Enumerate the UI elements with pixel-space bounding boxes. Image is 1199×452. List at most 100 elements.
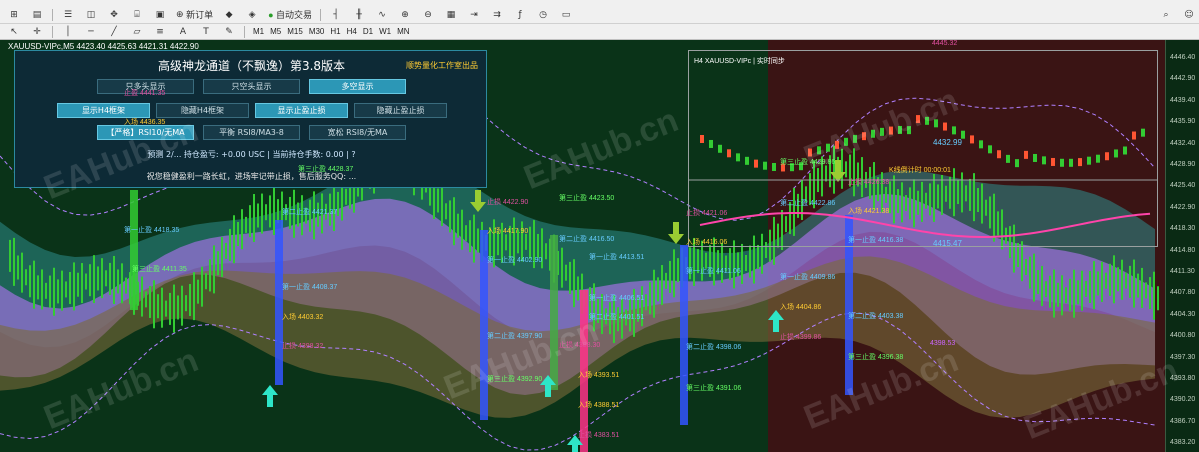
terminal-icon[interactable]: ⌸: [127, 7, 147, 23]
auto-trading-button[interactable]: ● 自动交易: [265, 7, 315, 23]
signals-icon[interactable]: ◈: [242, 7, 262, 23]
kline-countdown: K线倒计时 00:00:01: [889, 167, 951, 174]
search-icon[interactable]: ⌕: [1156, 7, 1176, 23]
templates-icon[interactable]: ▭: [556, 7, 576, 23]
drawing-toolbar: ↖ ✛ │ ─ ╱ ▱ ≡ A T ✎ M1 M5 M15 M30 H1 H4 D1 W1 MN: [0, 24, 1199, 40]
price-tick: 4411.30: [1170, 268, 1195, 275]
shapes-icon[interactable]: ✎: [219, 24, 239, 40]
tile-windows-icon[interactable]: ▦: [441, 7, 461, 23]
signal-label: 第二止盈 4403.38: [848, 313, 904, 320]
signal-label: 第一止盈 4406.51: [589, 295, 645, 302]
price-tick: 4418.30: [1170, 225, 1196, 233]
channel-icon[interactable]: ▱: [127, 24, 147, 40]
signal-label: 第三止盈 4411.35: [132, 266, 187, 273]
hide-h4-frame-button[interactable]: 隐藏H4框架: [156, 103, 249, 118]
signal-label: 第三止盈 4423.50: [559, 195, 615, 202]
price-tick: 4414.80: [1170, 246, 1196, 254]
trendline-icon[interactable]: ╱: [104, 24, 124, 40]
chart-shift-icon[interactable]: ⇥: [464, 7, 484, 23]
navigator-icon[interactable]: ✥: [104, 7, 124, 23]
signal-label: 第二止盈 4401.51: [589, 314, 645, 321]
cursor-icon[interactable]: ↖: [4, 24, 24, 40]
timeframe-m30[interactable]: M30: [306, 27, 328, 36]
metaeditor-icon[interactable]: ◆: [219, 7, 239, 23]
strategy-tester-icon[interactable]: ▣: [150, 7, 170, 23]
price-tick: 4383.20: [1170, 439, 1196, 447]
timeframe-d1[interactable]: D1: [360, 27, 376, 36]
line-chart-icon[interactable]: ∿: [372, 7, 392, 23]
signal-label: 止损 4383.51: [578, 432, 620, 439]
fibonacci-icon[interactable]: ≡: [150, 24, 170, 40]
new-order-label: 新订单: [186, 10, 214, 20]
signal-label: 止损 4422.90: [487, 199, 529, 206]
profiles-icon[interactable]: ▤: [27, 7, 47, 23]
community-icon[interactable]: ☺: [1179, 7, 1199, 23]
indicators-icon[interactable]: ƒ: [510, 7, 530, 23]
price-tick: 4435.90: [1170, 118, 1196, 126]
signal-label: 止损 4399.86: [780, 334, 822, 341]
up-arrow-icon: [262, 385, 278, 407]
signal-bar: [130, 190, 138, 310]
signal-bar: [275, 220, 283, 385]
vertical-line-icon[interactable]: │: [58, 24, 78, 40]
new-order-button[interactable]: ⊕ 新订单: [173, 7, 216, 23]
price-tick: 4390.20: [1170, 396, 1196, 404]
auto-scroll-icon[interactable]: ⇉: [487, 7, 507, 23]
timeframe-h4[interactable]: H4: [344, 27, 360, 36]
signal-label: 第二止盈 4421.37: [282, 209, 338, 216]
price-tick: 4404.30: [1170, 310, 1196, 318]
signal-label: 第一止盈 4416.38: [848, 237, 904, 244]
price-tick: 4400.80: [1170, 332, 1196, 340]
loose-mode-button[interactable]: 宽松 RSI8/无MA: [309, 125, 406, 140]
label-icon[interactable]: T: [196, 24, 216, 40]
timeframe-h1[interactable]: H1: [327, 27, 343, 36]
new-chart-icon[interactable]: ⊞: [4, 7, 24, 23]
signal-label: 第一止盈 4402.90: [487, 257, 543, 264]
signal-label: 第一止盈 4409.86: [780, 274, 836, 281]
data-window-icon[interactable]: ◫: [81, 7, 101, 23]
price-tick: 4439.40: [1170, 96, 1196, 104]
timeframe-m15[interactable]: M15: [284, 27, 306, 36]
main-toolbar: ⊞ ▤ ☰ ◫ ✥ ⌸ ▣ ⊕ 新订单 ◆ ◈ ● 自动交易 ┤ ╫ ∿ ⊕ ⊖…: [0, 6, 1199, 24]
timeframe-m1[interactable]: M1: [250, 27, 267, 36]
show-h4-frame-button[interactable]: 显示H4框架: [57, 103, 150, 118]
signal-label: 止盈 4441.35: [124, 90, 166, 97]
balanced-mode-button[interactable]: 平衡 RSI8/MA3-8: [203, 125, 300, 140]
price-tick: 4422.90: [1170, 203, 1196, 211]
price-tick: 4425.40: [1170, 182, 1196, 190]
text-icon[interactable]: A: [173, 24, 193, 40]
h4-overlay: H4 XAUUSD-VIPc | 实时同步 4432.99 4415.47 K线…: [688, 50, 1158, 248]
price-tick: 4428.90: [1170, 161, 1196, 168]
horizontal-line-icon[interactable]: ─: [81, 24, 101, 40]
market-watch-icon[interactable]: ☰: [58, 7, 78, 23]
price-tick: 4432.40: [1170, 139, 1196, 147]
signal-label: 入场 4417.90: [487, 228, 529, 235]
timeframe-m5[interactable]: M5: [267, 27, 284, 36]
h4-low-price: 4415.47: [933, 239, 962, 248]
new-order-icon: ⊕: [176, 9, 184, 19]
signal-label: 入场 4421.38: [848, 208, 890, 215]
price-tick: 4386.70: [1170, 417, 1196, 425]
down-arrow-icon: [668, 222, 684, 244]
bar-chart-icon[interactable]: ┤: [326, 7, 346, 23]
signal-label: 第三止盈 4391.06: [686, 385, 742, 392]
zoom-out-icon[interactable]: ⊖: [418, 7, 438, 23]
price-tick: 4407.80: [1170, 289, 1196, 297]
short-only-button[interactable]: 只空头显示: [203, 79, 300, 94]
candlestick-icon[interactable]: ╫: [349, 7, 369, 23]
timeframe-mn[interactable]: MN: [394, 27, 412, 36]
panel-subtitle: 顺势量化工作室出品: [406, 61, 478, 70]
show-tp-sl-button[interactable]: 显示止盈止损: [255, 103, 348, 118]
signal-label: 第一止盈 4413.51: [589, 254, 645, 261]
long-short-button[interactable]: 多空显示: [309, 79, 406, 94]
crosshair-icon[interactable]: ✛: [27, 24, 47, 40]
periods-icon[interactable]: ◷: [533, 7, 553, 23]
zoom-in-icon[interactable]: ⊕: [395, 7, 415, 23]
signal-label: 第三止盈 4428.37: [298, 166, 354, 173]
signal-label: 入场 4404.86: [780, 304, 822, 311]
timeframe-w1[interactable]: W1: [376, 27, 394, 36]
price-tick: 4397.30: [1170, 353, 1196, 361]
hide-tp-sl-button[interactable]: 隐藏止盈止损: [354, 103, 447, 118]
h4-current-price: 4432.99: [933, 138, 962, 147]
price-tick: 4446.40: [1170, 54, 1196, 61]
